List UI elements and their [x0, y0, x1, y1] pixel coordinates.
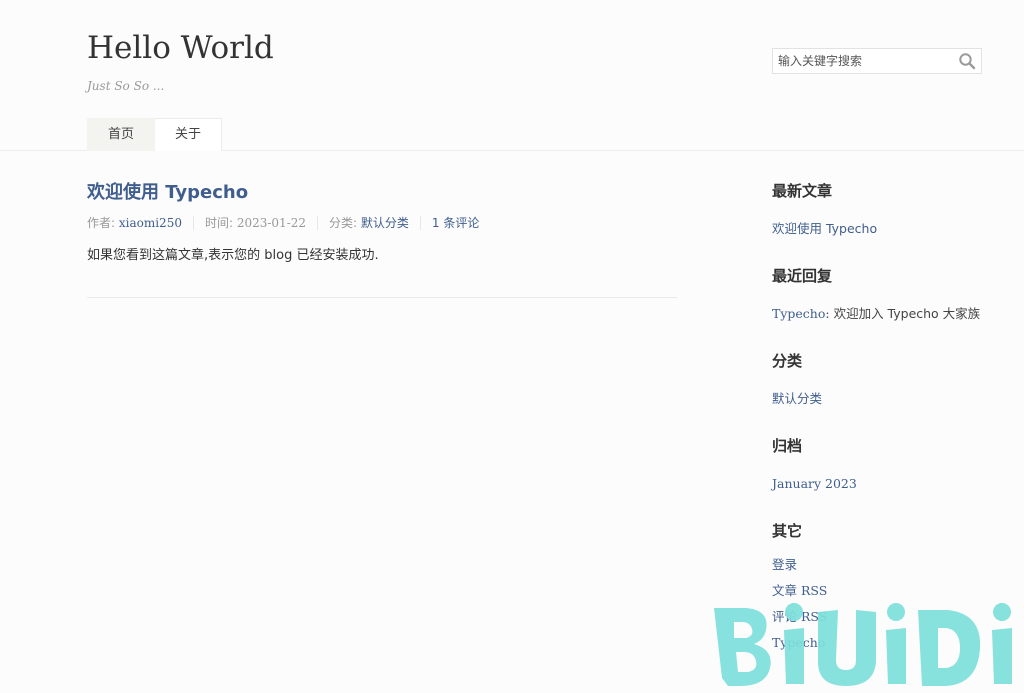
post-excerpt: 如果您看到这篇文章,表示您的 blog 已经安装成功.	[87, 248, 379, 263]
recent-comment-item: Typecho: 欢迎加入 Typecho 大家族	[772, 301, 1002, 327]
post-title[interactable]: 欢迎使用 Typecho	[87, 178, 677, 204]
archive-link[interactable]: January 2023	[772, 476, 857, 491]
post-divider	[87, 297, 677, 298]
main-nav: 首页 关于	[87, 118, 223, 151]
widget-archives: 归档 January 2023	[772, 435, 1002, 497]
site-title[interactable]: Hello World	[87, 30, 274, 66]
widget-title-archives: 归档	[772, 437, 803, 455]
search-form	[772, 48, 982, 74]
post-author-link[interactable]: xiaomi250	[119, 216, 182, 230]
nav-item-about[interactable]: 关于	[155, 118, 223, 151]
widget-recent-posts: 最新文章 欢迎使用 Typecho	[772, 180, 1002, 242]
search-button[interactable]	[957, 52, 977, 70]
post-date-value: 2023-01-22	[236, 216, 307, 230]
recent-comment-text: 欢迎加入 Typecho 大家族	[833, 306, 981, 321]
post: 欢迎使用 Typecho 作者: xiaomi250 时间: 2023-01-2…	[87, 178, 677, 263]
recent-comment-separator: :	[825, 306, 834, 321]
nav-item-home[interactable]: 首页	[87, 118, 156, 151]
post-category-label: 分类:	[329, 216, 361, 230]
post-comments: 1 条评论	[419, 216, 490, 230]
login-link[interactable]: 登录	[772, 557, 797, 572]
widget-recent-comments: 最近回复 Typecho: 欢迎加入 Typecho 大家族	[772, 265, 1002, 327]
site-description: Just So So ...	[87, 79, 165, 93]
widget-categories: 分类 默认分类	[772, 350, 1002, 412]
widget-title-other: 其它	[772, 522, 803, 540]
post-comments-link[interactable]: 1 条评论	[432, 216, 479, 230]
post-category-link[interactable]: 默认分类	[361, 216, 409, 230]
posts-rss-link[interactable]: 文章 RSS	[772, 583, 827, 598]
watermark-logo	[714, 603, 1012, 686]
category-link[interactable]: 默认分类	[772, 391, 822, 406]
search-input[interactable]	[773, 49, 953, 73]
post-date-label: 时间:	[204, 216, 237, 230]
search-icon	[959, 53, 976, 70]
widget-title-recent-posts: 最新文章	[772, 182, 833, 200]
widget-title-categories: 分类	[772, 352, 803, 370]
post-date: 时间: 2023-01-22	[192, 216, 317, 230]
recent-comment-author[interactable]: Typecho	[772, 306, 825, 321]
post-category: 分类: 默认分类	[317, 216, 420, 230]
post-author: 作者: xiaomi250	[87, 216, 193, 230]
site-header: Hello World Just So So ... 首页 关于	[0, 0, 1024, 151]
widget-title-recent-comments: 最近回复	[772, 267, 833, 285]
post-meta: 作者: xiaomi250 时间: 2023-01-22 分类: 默认分类 1 …	[87, 216, 677, 230]
blog-page: Hello World Just So So ... 首页 关于 欢迎使用 Ty…	[0, 0, 1024, 693]
recent-post-link[interactable]: 欢迎使用 Typecho	[772, 221, 877, 236]
post-author-label: 作者:	[87, 216, 119, 230]
